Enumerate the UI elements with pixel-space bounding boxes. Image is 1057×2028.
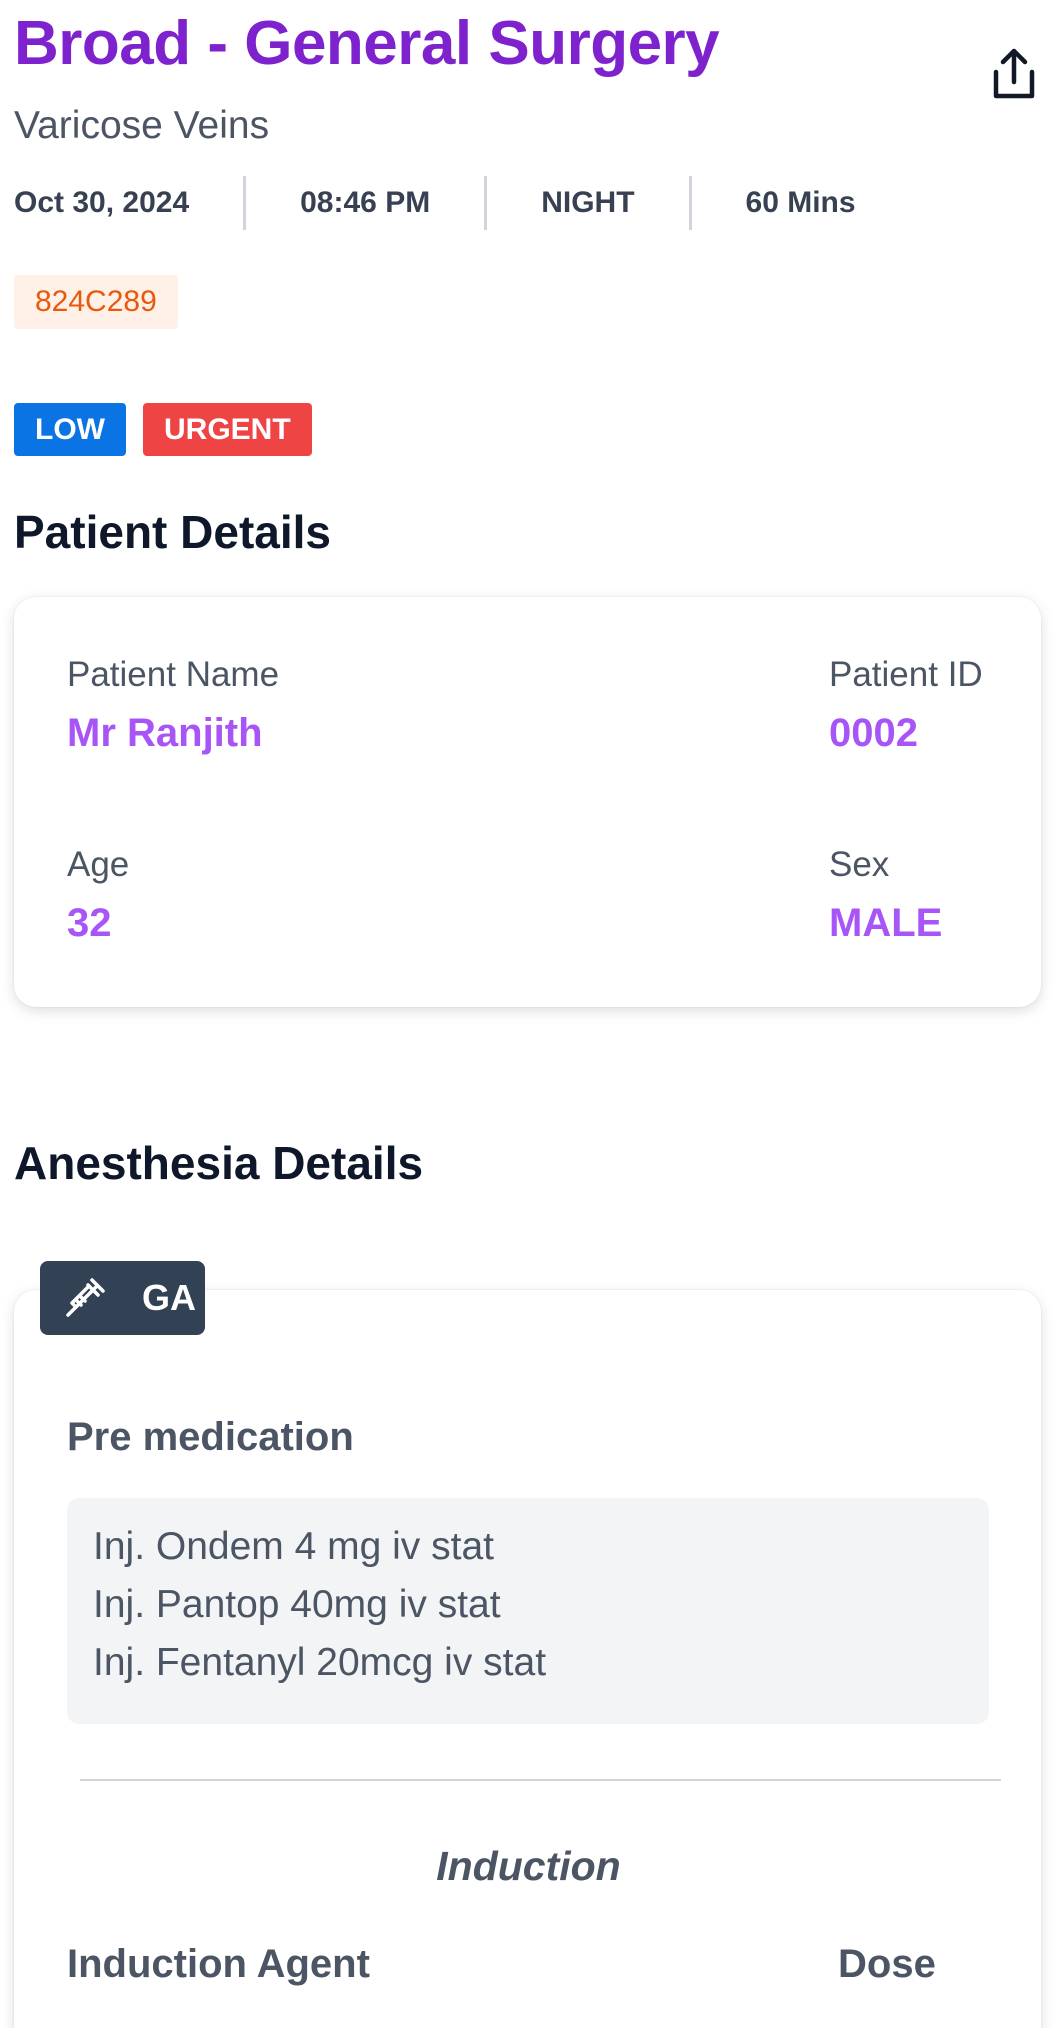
- surgery-time: 08:46 PM: [243, 176, 484, 230]
- section-divider: [80, 1779, 1001, 1781]
- patient-details-card: Patient Name Mr Ranjith Patient ID 0002 …: [14, 597, 1041, 1007]
- syringe-icon: [66, 1278, 105, 1317]
- induction-agent-column-header: Induction Agent: [67, 1942, 370, 1986]
- surgery-date: Oct 30, 2024: [14, 186, 190, 219]
- schedule-meta-row: Oct 30, 2024 08:46 PM NIGHT 60 Mins: [14, 176, 910, 230]
- patient-id-label: Patient ID: [829, 655, 983, 694]
- patient-name-label: Patient Name: [67, 655, 280, 694]
- premedication-item: Inj. Pantop 40mg iv stat: [93, 1583, 501, 1626]
- sex-label: Sex: [829, 845, 890, 884]
- anesthesia-details-heading: Anesthesia Details: [14, 1137, 424, 1189]
- surgery-duration: 60 Mins: [688, 176, 910, 230]
- surgery-shift: NIGHT: [484, 176, 688, 230]
- induction-title: Induction: [436, 1843, 621, 1889]
- age-value: 32: [67, 901, 112, 945]
- premedication-item: Inj. Ondem 4 mg iv stat: [93, 1525, 494, 1568]
- anesthesia-type-tag: GA: [40, 1261, 205, 1335]
- case-code-badge: 824C289: [14, 275, 178, 329]
- procedure-subtitle: Varicose Veins: [14, 104, 270, 147]
- dose-column-header: Dose: [838, 1942, 936, 1986]
- age-label: Age: [67, 845, 130, 884]
- anesthesia-type-label: GA: [142, 1277, 196, 1318]
- patient-id-value: 0002: [829, 711, 918, 755]
- share-icon: [993, 48, 1035, 99]
- priority-badge: LOW: [14, 403, 126, 456]
- sex-value: MALE: [829, 901, 943, 945]
- page-title: Broad - General Surgery: [14, 9, 720, 78]
- patient-details-heading: Patient Details: [14, 506, 331, 558]
- premedication-label: Pre medication: [67, 1415, 354, 1459]
- urgency-badge: URGENT: [143, 403, 312, 456]
- patient-name-value: Mr Ranjith: [67, 711, 263, 755]
- premedication-item: Inj. Fentanyl 20mcg iv stat: [93, 1641, 547, 1684]
- premedication-box: Inj. Ondem 4 mg iv stat Inj. Pantop 40mg…: [67, 1498, 989, 1724]
- share-button[interactable]: [986, 44, 1042, 104]
- surgery-detail-page: Broad - General Surgery Varicose Veins O…: [0, 0, 1057, 2028]
